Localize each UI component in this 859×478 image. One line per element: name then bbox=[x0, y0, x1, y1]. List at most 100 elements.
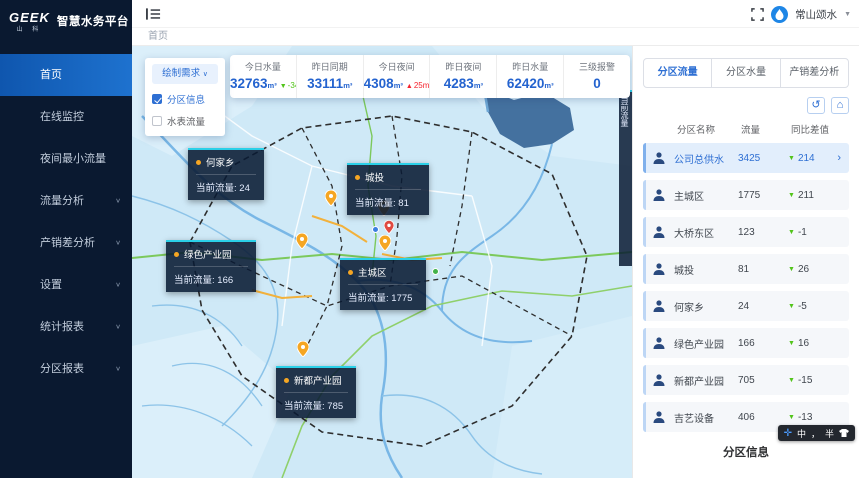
fullscreen-icon[interactable] bbox=[751, 8, 764, 21]
orange-dot-icon bbox=[174, 252, 179, 257]
sidebar-item-night-min-flow[interactable]: 夜间最小流量 bbox=[0, 138, 132, 180]
map-pin-orange[interactable] bbox=[325, 190, 337, 206]
header-right-cluster: 常山颂水 ▼ bbox=[751, 0, 851, 28]
ime-skin-icon[interactable] bbox=[839, 429, 849, 437]
orange-dot-icon bbox=[284, 378, 289, 383]
down-arrow-icon: ▼ bbox=[788, 303, 795, 310]
sidebar-item-flow-analysis[interactable]: 流量分析∨ bbox=[0, 180, 132, 222]
tab-nrw-analysis[interactable]: 产销差分析 bbox=[781, 59, 848, 87]
map-pin-orange[interactable] bbox=[379, 235, 391, 251]
map-layer-controls: 绘制需求 ∨ 分区信息 水表流量 bbox=[145, 58, 225, 136]
orange-dot-icon bbox=[348, 270, 353, 275]
sidebar-item-zone-report[interactable]: 分区报表∨ bbox=[0, 348, 132, 390]
stat-yesterday-volume: 昨日水量 62420m³ bbox=[497, 55, 564, 98]
table-toolbar: ↺ ⌂ bbox=[643, 97, 849, 114]
stat-level3-alarm: 三级报警 0 bbox=[564, 55, 630, 98]
tab-zone-flow[interactable]: 分区流量 bbox=[644, 59, 712, 87]
sidebar-item-settings[interactable]: 设置∨ bbox=[0, 264, 132, 306]
sidebar-item-online-monitoring[interactable]: 在线监控 bbox=[0, 96, 132, 138]
zone-user-icon bbox=[652, 299, 666, 313]
map-tooltip-xindu-industrial-park[interactable]: 新都产业园 当前流量: 785 bbox=[276, 366, 356, 418]
user-name[interactable]: 常山颂水 bbox=[795, 7, 837, 22]
sidebar-item-home[interactable]: 首页 bbox=[0, 54, 132, 96]
map-tooltip-main-city[interactable]: 主城区 当前流量: 1775 bbox=[340, 258, 426, 310]
checkbox-checked-icon[interactable] bbox=[152, 94, 162, 104]
stat-today-night: 今日夜间 4308m³▲25m³ bbox=[364, 55, 431, 98]
map-tooltip-chengtou[interactable]: 城投 当前流量: 81 bbox=[347, 163, 429, 215]
table-row-main-city[interactable]: 主城区 1775 ▼211 bbox=[643, 180, 849, 210]
chevron-down-icon: ∨ bbox=[115, 352, 121, 386]
down-arrow-icon: ▼ bbox=[280, 83, 287, 90]
table-header: 分区名称 流量 同比差值 bbox=[643, 116, 849, 143]
table-row-daqiao-east[interactable]: 大桥东区 123 ▼-1 bbox=[643, 217, 849, 247]
down-arrow-icon: ▼ bbox=[788, 192, 795, 199]
map-tooltip-green-industrial-park[interactable]: 绿色产业园 当前流量: 166 bbox=[166, 240, 256, 292]
map-pin-orange[interactable] bbox=[296, 233, 308, 249]
down-arrow-icon: ▼ bbox=[788, 229, 795, 236]
sidebar-item-nrw-analysis[interactable]: 产销差分析∨ bbox=[0, 222, 132, 264]
down-arrow-icon: ▼ bbox=[788, 155, 795, 162]
refresh-icon[interactable]: ↺ bbox=[807, 97, 825, 114]
top-header: 常山颂水 ▼ bbox=[132, 0, 859, 28]
stats-bar: 今日水量 32763m³▼-343m³ 昨日同期 33111m³ 今日夜间 43… bbox=[230, 55, 630, 98]
logo-geek-text: GEEK bbox=[9, 10, 50, 25]
ime-mode-chinese[interactable]: 中 bbox=[797, 427, 806, 440]
ime-pin-icon[interactable]: ✛ bbox=[784, 428, 792, 439]
user-menu-caret-icon[interactable]: ▼ bbox=[844, 11, 851, 18]
stat-yesterday-night: 昨日夜间 4283m³ bbox=[430, 55, 497, 98]
table-row-company-total[interactable]: 公司总供水 3425 ▼214 › bbox=[643, 143, 849, 173]
user-avatar[interactable] bbox=[771, 6, 788, 23]
layer-option-zone-info[interactable]: 分区信息 bbox=[152, 92, 218, 106]
collapse-sidebar-icon[interactable] bbox=[146, 7, 161, 21]
zone-user-icon bbox=[652, 262, 666, 276]
ime-halfwidth[interactable]: 半 bbox=[825, 427, 834, 440]
zone-user-icon bbox=[652, 151, 666, 165]
ime-toolbar[interactable]: ✛ 中 ， 半 bbox=[778, 425, 855, 441]
checkbox-unchecked-icon[interactable] bbox=[152, 116, 162, 126]
down-arrow-icon: ▼ bbox=[788, 266, 795, 273]
chevron-right-icon[interactable]: › bbox=[837, 152, 841, 164]
table-row-chengtou[interactable]: 城投 81 ▼26 bbox=[643, 254, 849, 284]
map-pin-orange[interactable] bbox=[297, 341, 309, 357]
tab-zone-volume[interactable]: 分区水量 bbox=[712, 59, 780, 87]
logo-sub-text: 山 科 bbox=[9, 27, 50, 33]
zone-user-icon bbox=[652, 188, 666, 202]
zone-user-icon bbox=[652, 410, 666, 424]
table-row-hejiaxiang[interactable]: 何家乡 24 ▼-5 bbox=[643, 291, 849, 321]
stat-today-volume: 今日水量 32763m³▼-343m³ bbox=[230, 55, 297, 98]
draw-dropdown-button[interactable]: 绘制需求 ∨ bbox=[152, 64, 218, 84]
sidebar: GEEK 山 科 智慧水务平台 首页 在线监控 夜间最小流量 流量分析∨ 产销差… bbox=[0, 0, 132, 478]
breadcrumb: 首页 bbox=[132, 28, 859, 46]
zone-info-title: 分区信息 bbox=[643, 444, 849, 460]
orange-dot-icon bbox=[196, 160, 201, 165]
map-pin-red[interactable] bbox=[384, 220, 394, 234]
map-tooltip-clipped[interactable]: 当前流量 bbox=[619, 90, 632, 266]
sidebar-item-statistics-report[interactable]: 统计报表∨ bbox=[0, 306, 132, 348]
orange-dot-icon bbox=[355, 175, 360, 180]
home-icon[interactable]: ⌂ bbox=[831, 97, 849, 114]
zone-panel: 分区流量 分区水量 产销差分析 ↺ ⌂ 分区名称 流量 同比差值 公司总供水 3… bbox=[632, 46, 859, 478]
stat-yesterday-same-period: 昨日同期 33111m³ bbox=[297, 55, 364, 98]
sidebar-menu: 首页 在线监控 夜间最小流量 流量分析∨ 产销差分析∨ 设置∨ 统计报表∨ 分区… bbox=[0, 54, 132, 390]
ime-punctuation[interactable]: ， bbox=[811, 427, 820, 440]
map-dot-green[interactable] bbox=[432, 268, 439, 275]
chevron-down-icon: ∨ bbox=[203, 71, 208, 78]
zone-user-icon bbox=[652, 225, 666, 239]
panel-tabs: 分区流量 分区水量 产销差分析 bbox=[643, 58, 849, 88]
table-row-xindu-industrial-park[interactable]: 新都产业园 705 ▼-15 bbox=[643, 365, 849, 395]
chevron-down-icon: ∨ bbox=[115, 268, 121, 302]
breadcrumb-home[interactable]: 首页 bbox=[148, 31, 168, 42]
down-arrow-icon: ▼ bbox=[788, 340, 795, 347]
geek-logo: GEEK 山 科 bbox=[9, 10, 50, 33]
table-row-green-industrial-park[interactable]: 绿色产业园 166 ▼16 bbox=[643, 328, 849, 358]
layer-option-meter-flow[interactable]: 水表流量 bbox=[152, 114, 218, 128]
app-title: 智慧水务平台 bbox=[57, 13, 129, 29]
chevron-down-icon: ∨ bbox=[115, 226, 121, 260]
map-tooltip-hejiaxiang[interactable]: 何家乡 当前流量: 24 bbox=[188, 148, 264, 200]
map-canvas[interactable]: 今日水量 32763m³▼-343m³ 昨日同期 33111m³ 今日夜间 43… bbox=[132, 46, 632, 478]
chevron-down-icon: ∨ bbox=[115, 184, 121, 218]
chevron-down-icon: ∨ bbox=[115, 310, 121, 344]
map-dot-blue[interactable] bbox=[372, 226, 379, 233]
app-logo: GEEK 山 科 智慧水务平台 bbox=[0, 0, 132, 42]
down-arrow-icon: ▼ bbox=[788, 414, 795, 421]
